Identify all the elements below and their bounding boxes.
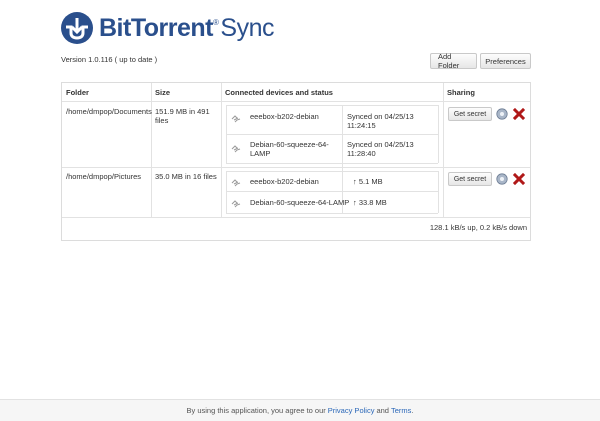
device-name: eeebox-b202-debian bbox=[250, 112, 319, 121]
privacy-policy-link[interactable]: Privacy Policy bbox=[328, 406, 375, 415]
header-devices: Connected devices and status bbox=[225, 87, 333, 97]
device-name: eeebox-b202-debian bbox=[250, 177, 319, 186]
folder-path: /home/dmpop/Documents bbox=[66, 107, 152, 116]
bittorrent-logo-icon bbox=[61, 12, 93, 44]
gear-icon[interactable] bbox=[496, 108, 508, 120]
version-text: Version 1.0.116 ( up to date ) bbox=[61, 55, 158, 64]
footer-suffix: . bbox=[411, 406, 414, 415]
app-logo: BitTorrent®Sync bbox=[60, 8, 274, 48]
device-status: Synced on 04/25/13 11:28:40 bbox=[347, 140, 414, 158]
close-icon[interactable] bbox=[513, 108, 525, 120]
brand-product: Sync bbox=[220, 13, 274, 42]
preferences-button[interactable]: Preferences bbox=[480, 53, 531, 69]
brand-name: BitTorrent bbox=[99, 13, 213, 42]
footer-and: and bbox=[376, 406, 389, 415]
footer: By using this application, you agree to … bbox=[0, 399, 600, 421]
link-icon bbox=[231, 179, 241, 187]
gear-icon[interactable] bbox=[496, 173, 508, 185]
link-icon bbox=[231, 200, 241, 208]
device-name: Debian-60-squeeze-64-LAMP bbox=[250, 140, 329, 158]
header-sharing: Sharing bbox=[447, 87, 475, 97]
folder-path: /home/dmpop/Pictures bbox=[66, 172, 142, 181]
link-icon bbox=[231, 145, 241, 153]
header-folder: Folder bbox=[66, 87, 89, 97]
terms-link[interactable]: Terms bbox=[391, 406, 411, 415]
footer-prefix: By using this application, you agree to … bbox=[186, 406, 326, 415]
device-name: Debian-60-squeeze-64-LAMP bbox=[250, 198, 350, 207]
folders-table: Folder Size Connected devices and status… bbox=[61, 82, 531, 241]
folder-size: 35.0 MB in 16 files bbox=[155, 172, 217, 181]
get-secret-button[interactable]: Get secret bbox=[448, 172, 492, 186]
device-status: Synced on 04/25/13 11:24:15 bbox=[347, 112, 414, 130]
device-status: ↑ 5.1 MB bbox=[353, 177, 383, 186]
close-icon[interactable] bbox=[513, 173, 525, 185]
brand-title: BitTorrent®Sync bbox=[99, 14, 274, 43]
add-folder-button[interactable]: Add Folder bbox=[430, 52, 477, 70]
device-status: ↑ 33.8 MB bbox=[353, 198, 387, 207]
header-size: Size bbox=[155, 87, 171, 97]
folder-size: 151.9 MB in 491 files bbox=[155, 107, 210, 125]
transfer-speed: 128.1 kB/s up, 0.2 kB/s down bbox=[429, 223, 527, 232]
get-secret-button[interactable]: Get secret bbox=[448, 107, 492, 121]
link-icon bbox=[231, 115, 241, 123]
trademark: ® bbox=[212, 17, 219, 27]
